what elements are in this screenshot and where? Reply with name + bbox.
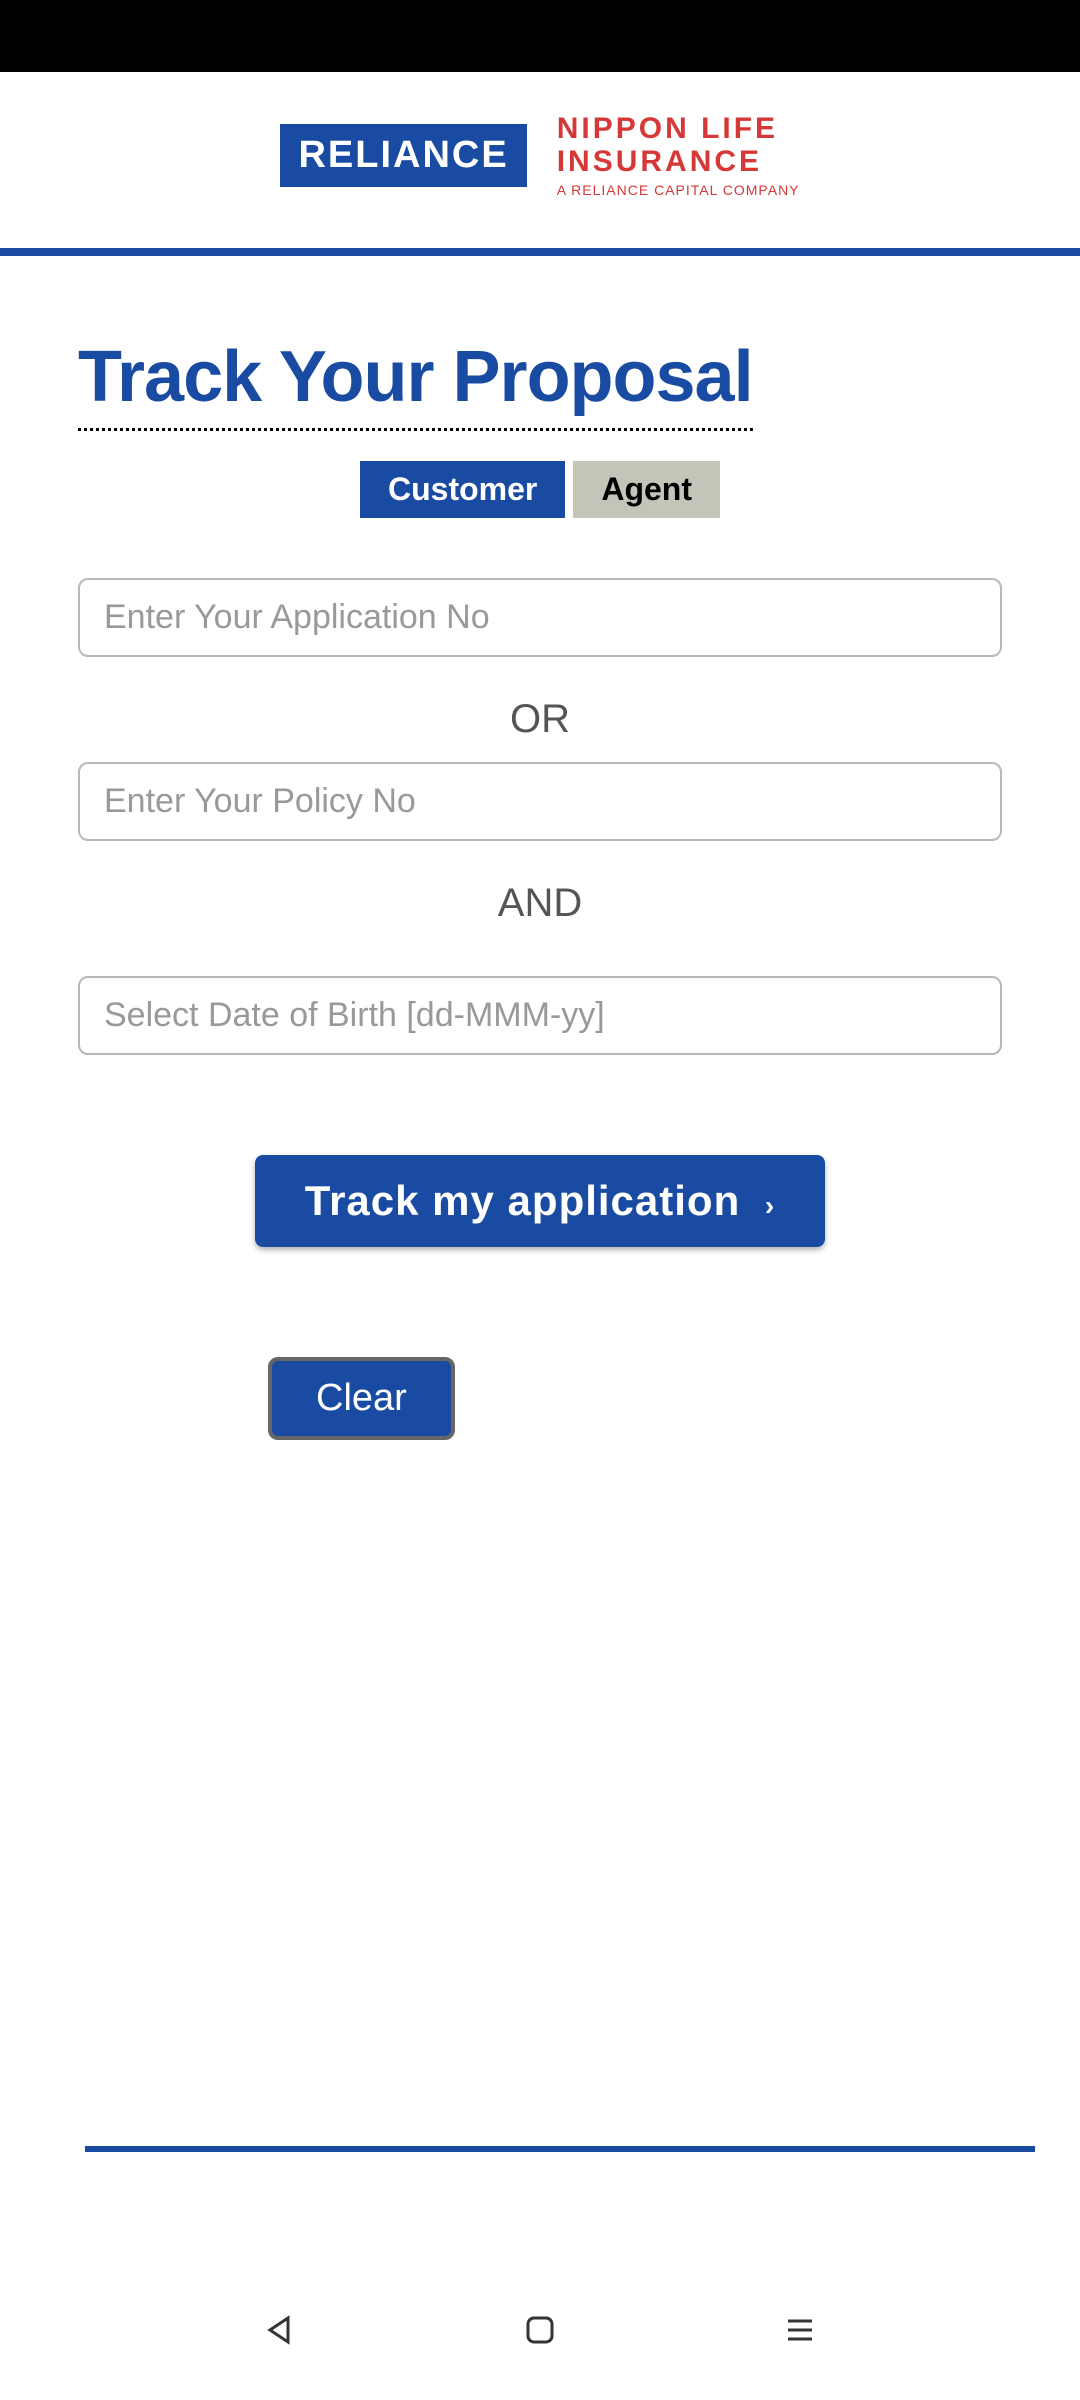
page-title: Track Your Proposal <box>78 336 753 431</box>
nippon-logo-text: NIPPON LIFE INSURANCE A RELIANCE CAPITAL… <box>557 112 800 198</box>
tab-agent[interactable]: Agent <box>573 461 720 518</box>
dob-input[interactable] <box>78 976 1002 1055</box>
form-area: OR AND Track my application › Clear <box>78 578 1002 1440</box>
back-button[interactable] <box>258 2308 302 2352</box>
tab-customer[interactable]: Customer <box>360 461 565 518</box>
nippon-line1: NIPPON LIFE <box>557 112 800 145</box>
application-no-input[interactable] <box>78 578 1002 657</box>
header-divider <box>0 248 1080 256</box>
menu-lines-icon <box>782 2312 818 2348</box>
home-square-icon <box>522 2312 558 2348</box>
or-separator: OR <box>78 697 1002 742</box>
nippon-subtitle: A RELIANCE CAPITAL COMPANY <box>557 182 800 198</box>
nippon-line2: INSURANCE <box>557 145 800 178</box>
back-triangle-icon <box>262 2312 298 2348</box>
reliance-logo-text: RELIANCE <box>298 134 508 176</box>
home-button[interactable] <box>518 2308 562 2352</box>
track-application-button[interactable]: Track my application › <box>255 1155 826 1247</box>
header: RELIANCE NIPPON LIFE INSURANCE A RELIANC… <box>0 72 1080 248</box>
track-button-label: Track my application <box>305 1177 741 1224</box>
navigation-bar <box>0 2260 1080 2400</box>
clear-button[interactable]: Clear <box>268 1357 455 1440</box>
tab-group: Customer Agent <box>78 461 1002 518</box>
status-bar <box>0 0 1080 72</box>
arrow-right-icon: › <box>765 1190 775 1221</box>
logo: RELIANCE NIPPON LIFE INSURANCE A RELIANC… <box>280 112 799 198</box>
recent-apps-button[interactable] <box>778 2308 822 2352</box>
main-content: Track Your Proposal Customer Agent OR AN… <box>0 336 1080 1440</box>
and-separator: AND <box>78 881 1002 926</box>
reliance-logo-box: RELIANCE <box>280 124 526 187</box>
policy-no-input[interactable] <box>78 762 1002 841</box>
footer-divider <box>85 2146 1035 2152</box>
